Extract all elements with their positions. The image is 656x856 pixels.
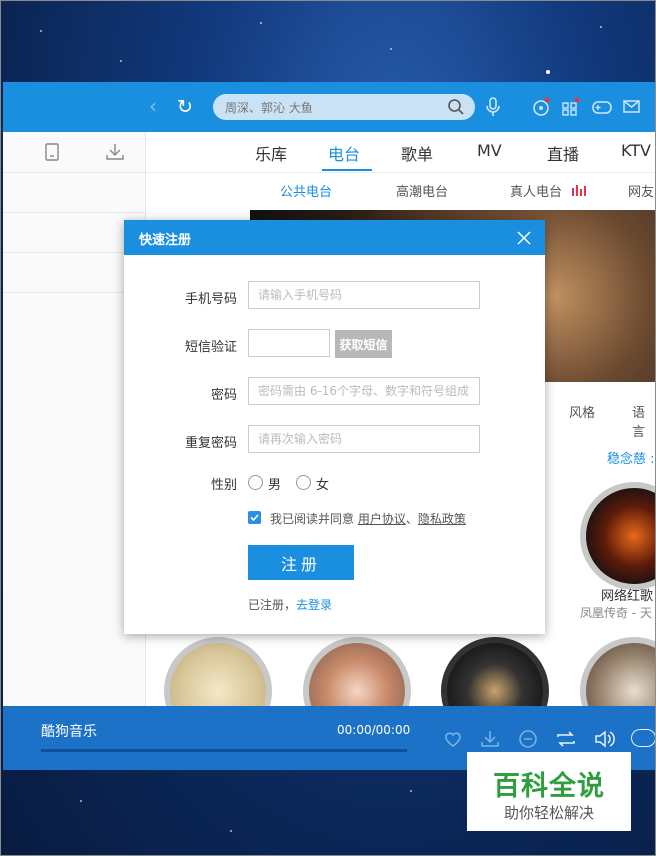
tab-live[interactable]: 直播 (547, 141, 579, 165)
gender-female-label[interactable]: 女 (316, 474, 329, 493)
watermark-logo: 百科全说 助你轻松解决 (467, 752, 631, 831)
top-toolbar: ‹ ↻ (3, 82, 656, 132)
filter-language[interactable]: 语言 (632, 402, 656, 440)
star (410, 790, 412, 792)
tab-library[interactable]: 乐库 (255, 141, 287, 165)
gender-female-radio[interactable] (296, 475, 311, 490)
star (40, 30, 42, 32)
star (80, 800, 82, 802)
login-line: 已注册，去登录 (248, 596, 332, 613)
check-icon (250, 514, 259, 522)
mail-icon[interactable] (622, 98, 642, 116)
filter-style[interactable]: 风格 (569, 402, 595, 421)
star (600, 26, 602, 28)
go-login-link[interactable]: 去登录 (296, 598, 332, 612)
equalizer-icon (572, 184, 586, 196)
subtab-public-radio[interactable]: 公共电台 (280, 181, 332, 200)
repeat-password-input[interactable] (248, 425, 480, 453)
sub-tabs: 公共电台 高潮电台 真人电台 网友 (146, 173, 656, 209)
player-track-title: 酷狗音乐 (41, 724, 97, 740)
tab-ktv[interactable]: KTV (621, 141, 651, 160)
radio-card-title[interactable]: 网络红歌 (601, 585, 653, 604)
sms-code-input[interactable] (248, 329, 330, 357)
password-label: 密码 (210, 388, 237, 403)
dialog-header: 快速注册 (124, 220, 545, 255)
refresh-icon[interactable]: ↻ (177, 96, 199, 118)
star (120, 60, 122, 62)
dialog-title: 快速注册 (139, 233, 192, 248)
get-sms-button[interactable]: 获取短信 (335, 330, 392, 358)
phone-input[interactable] (248, 281, 480, 309)
register-button[interactable]: 注册 (248, 545, 354, 580)
microphone-icon[interactable] (483, 96, 503, 118)
tab-mv[interactable]: MV (477, 141, 502, 160)
star (230, 830, 232, 832)
phone-label: 手机号码 (184, 292, 237, 307)
close-icon[interactable] (516, 230, 532, 246)
download-icon[interactable] (479, 728, 501, 750)
watermark-title: 百科全说 (493, 771, 605, 802)
password-input[interactable] (248, 377, 480, 405)
active-tab-indicator (322, 169, 372, 171)
radio-icon[interactable] (531, 97, 551, 117)
gender-male-label[interactable]: 男 (268, 474, 281, 493)
main-tabs: 乐库 电台 歌单 MV 直播 KTV (146, 132, 656, 173)
star (260, 22, 262, 24)
more-options-icon[interactable] (517, 728, 539, 750)
search-input[interactable] (223, 97, 447, 119)
agreement-text: 我已阅读并同意 用户协议、隐私政策 (270, 510, 466, 527)
volume-icon[interactable] (593, 728, 615, 750)
download-icon[interactable] (105, 142, 125, 162)
login-prefix: 已注册， (248, 598, 297, 612)
progress-bar[interactable] (41, 749, 407, 752)
more-link[interactable]: 稳念慈 : (607, 448, 655, 467)
gender-male-radio[interactable] (248, 475, 263, 490)
tab-radio[interactable]: 电台 (328, 141, 360, 165)
star (390, 48, 392, 50)
apps-grid-icon[interactable] (560, 97, 580, 117)
gender-label: 性别 (210, 478, 237, 493)
subtab-live-voice-radio[interactable]: 真人电台 (510, 181, 562, 200)
device-icon[interactable] (43, 142, 61, 162)
heart-icon[interactable] (442, 728, 464, 750)
sidebar-item[interactable] (3, 172, 145, 213)
register-dialog: 快速注册 手机号码 短信验证 获取短信 密码 重复密码 性别 男 女 我已阅读并… (124, 220, 545, 634)
subtab-climax-radio[interactable]: 高潮电台 (396, 181, 448, 200)
tab-playlists[interactable]: 歌单 (401, 141, 433, 165)
repeat-password-label: 重复密码 (184, 436, 237, 451)
radio-cover-disc[interactable] (580, 482, 656, 590)
search-bar[interactable] (213, 94, 475, 120)
search-icon[interactable] (447, 98, 465, 116)
star (546, 70, 550, 74)
repeat-icon[interactable] (554, 728, 578, 750)
agree-checkbox[interactable] (248, 511, 261, 524)
back-arrow-icon[interactable]: ‹ (149, 96, 167, 116)
subtab-users-radio[interactable]: 网友 (628, 181, 654, 200)
sms-label: 短信验证 (184, 340, 237, 355)
gamepad-icon[interactable] (591, 97, 613, 117)
player-time: 00:00/00:00 (337, 723, 411, 737)
agree-prefix: 我已阅读并同意 (270, 512, 355, 526)
privacy-policy-link[interactable]: 隐私政策 (418, 512, 466, 526)
lyrics-toggle[interactable] (631, 729, 656, 747)
sidebar-toolbar (3, 132, 145, 173)
watermark-subtitle: 助你轻松解决 (503, 804, 594, 822)
user-agreement-link[interactable]: 用户协议 (358, 512, 406, 526)
agree-separator: 、 (405, 512, 418, 526)
radio-card-subtitle: 凤凰传奇 - 天 (580, 606, 652, 620)
